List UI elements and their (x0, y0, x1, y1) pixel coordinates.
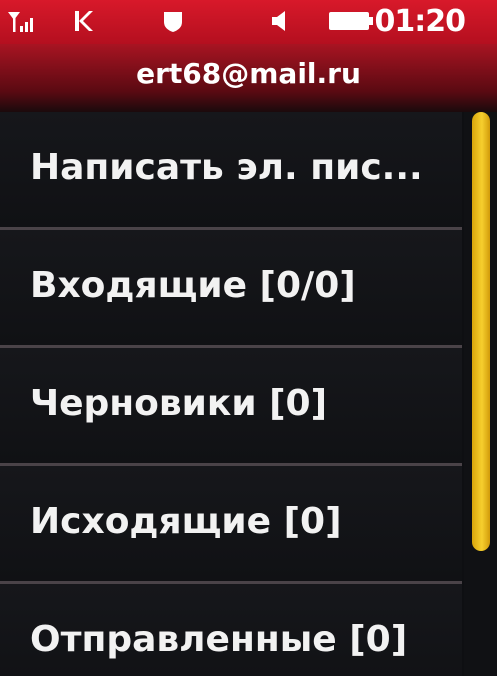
menu-item-label: Отправленные [0] (30, 619, 408, 660)
battery-icon (328, 8, 374, 34)
menu-item-label: Входящие [0/0] (30, 265, 356, 306)
status-clock: 01:20 (374, 4, 466, 39)
volume-icon (268, 8, 292, 34)
status-bar: 01:20 (0, 0, 497, 44)
menu-item-inbox[interactable]: Входящие [0/0] (0, 230, 462, 348)
mail-menu: Написать эл. пис... Входящие [0/0] Черно… (0, 112, 462, 676)
account-title: ert68@mail.ru (136, 57, 361, 90)
menu-item-drafts[interactable]: Черновики [0] (0, 348, 462, 466)
menu-scrollbar[interactable] (464, 112, 497, 676)
menu-item-label: Исходящие [0] (30, 501, 342, 542)
network-icon (72, 8, 96, 34)
menu-item-label: Написать эл. пис... (30, 147, 423, 188)
phone-screen: 01:20 ert68@mail.ru Написать эл. пис... … (0, 0, 497, 676)
shield-icon (160, 8, 186, 34)
menu-item-label: Черновики [0] (30, 383, 328, 424)
scrollbar-thumb[interactable] (472, 112, 490, 551)
signal-icon (6, 8, 36, 34)
menu-item-compose[interactable]: Написать эл. пис... (0, 112, 462, 230)
title-bar: ert68@mail.ru (0, 44, 497, 112)
menu-item-outbox[interactable]: Исходящие [0] (0, 466, 462, 584)
menu-item-sent[interactable]: Отправленные [0] (0, 584, 462, 676)
